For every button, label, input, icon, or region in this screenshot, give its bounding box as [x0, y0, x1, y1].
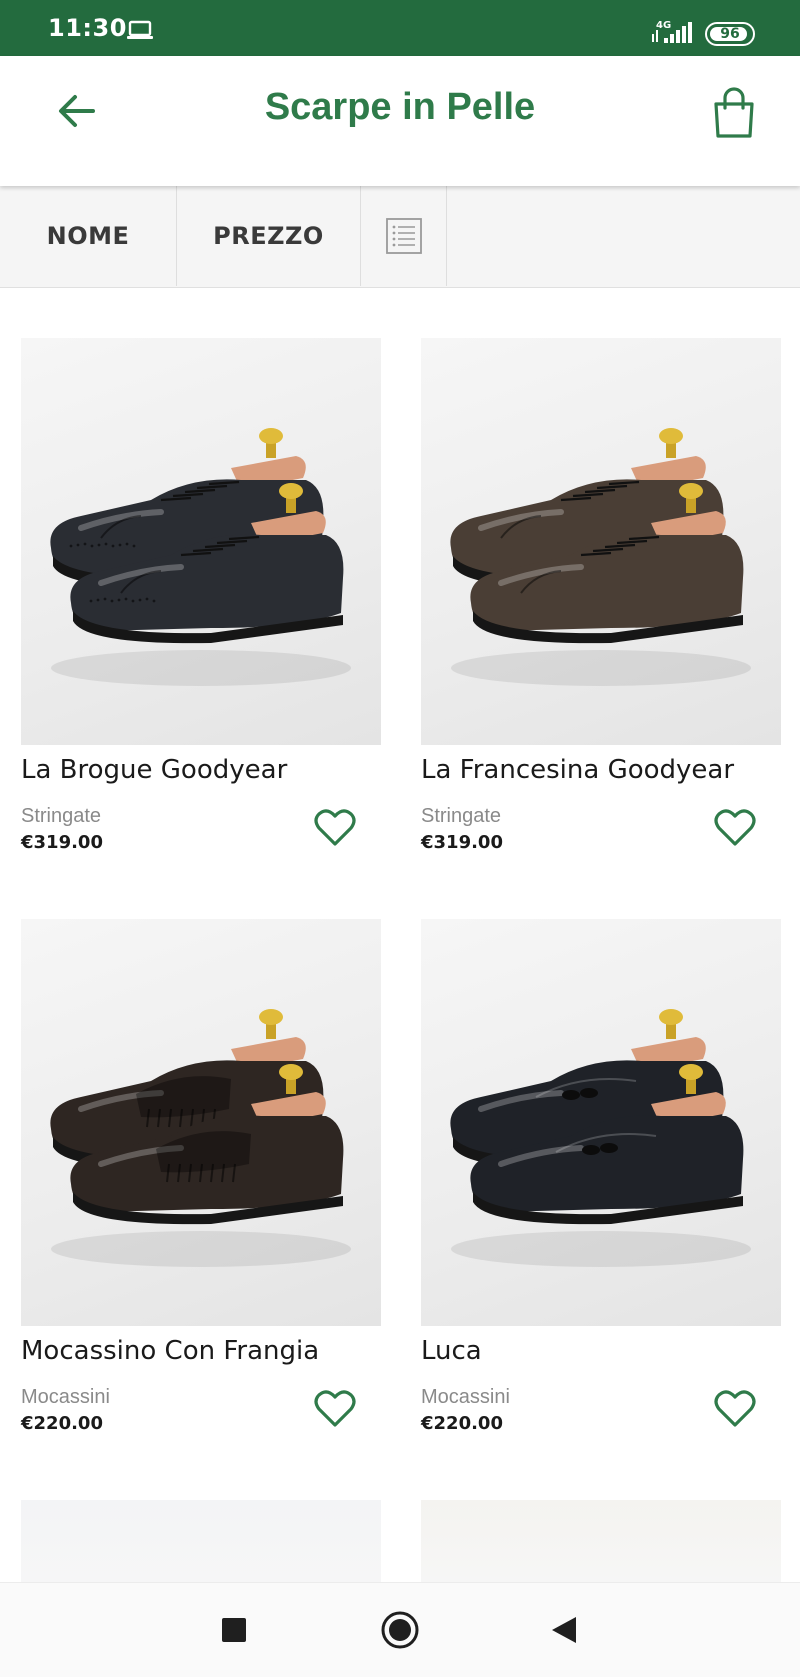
status-time: 11:30: [48, 14, 127, 42]
sort-by-name-button[interactable]: NOME: [0, 186, 177, 286]
cart-button[interactable]: [706, 84, 762, 142]
favorite-button[interactable]: [711, 1386, 759, 1432]
system-nav-bar: [0, 1582, 800, 1677]
list-view-icon: [385, 218, 422, 254]
shoe-illustration: [50, 428, 351, 686]
heart-icon: [714, 809, 756, 846]
shoe-illustration: [450, 428, 751, 686]
status-bar: 11:30 4G 96: [0, 0, 800, 56]
shopping-bag-icon: [714, 87, 754, 138]
product-name[interactable]: Mocassino Con Frangia: [21, 1336, 381, 1366]
product-grid: La Brogue Goodyear Stringate €319.00 La …: [0, 288, 800, 1582]
system-back-button[interactable]: [539, 1605, 589, 1655]
favorite-button[interactable]: [711, 805, 759, 851]
battery-level: 96: [720, 26, 740, 42]
heart-icon: [314, 1390, 356, 1427]
product-name[interactable]: La Brogue Goodyear: [21, 755, 381, 785]
home-button[interactable]: [375, 1605, 425, 1655]
favorite-button[interactable]: [311, 805, 359, 851]
triangle-back-icon: [552, 1617, 576, 1643]
shoe-illustration: [50, 1009, 351, 1267]
recents-button[interactable]: [209, 1605, 259, 1655]
product-image[interactable]: [421, 338, 781, 745]
shoe-illustration: [450, 1009, 751, 1267]
circle-home-icon: [381, 1611, 419, 1649]
sort-by-price-button[interactable]: PREZZO: [177, 186, 361, 286]
view-toggle-button[interactable]: [361, 186, 447, 286]
product-card[interactable]: La Brogue Goodyear Stringate €319.00: [21, 338, 381, 861]
product-name[interactable]: La Francesina Goodyear: [421, 755, 781, 785]
sort-bar: NOME PREZZO: [0, 186, 800, 288]
heart-icon: [714, 1390, 756, 1427]
product-image[interactable]: [421, 919, 781, 1326]
product-name[interactable]: Luca: [421, 1336, 781, 1366]
favorite-button[interactable]: [311, 1386, 359, 1432]
product-card[interactable]: Mocassino Con Frangia Mocassini €220.00: [21, 919, 381, 1442]
product-card[interactable]: La Francesina Goodyear Stringate €319.00: [421, 338, 781, 861]
product-image[interactable]: [21, 338, 381, 745]
product-card[interactable]: Luca Mocassini €220.00: [421, 919, 781, 1442]
square-recents-icon: [222, 1618, 246, 1642]
network-label: 4G: [656, 20, 671, 31]
heart-icon: [314, 809, 356, 846]
page-title: Scarpe in Pelle: [264, 86, 536, 128]
app-bar: Scarpe in Pelle: [0, 56, 800, 186]
battery-icon: 96: [705, 22, 755, 46]
product-image-partial[interactable]: [421, 1500, 781, 1582]
product-image[interactable]: [21, 919, 381, 1326]
laptop-icon: [126, 20, 154, 44]
product-image-partial[interactable]: [21, 1500, 381, 1582]
signal-icon: 4G: [650, 18, 698, 50]
